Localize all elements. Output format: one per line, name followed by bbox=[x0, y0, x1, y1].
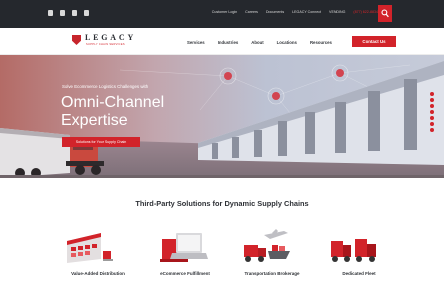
slide-navigation bbox=[429, 92, 436, 134]
nav-item-resources[interactable]: Resources bbox=[310, 40, 332, 45]
linkedin-icon[interactable] bbox=[72, 10, 77, 16]
shield-logo-icon bbox=[72, 35, 81, 45]
customer-login-link[interactable]: Customer Login bbox=[212, 10, 237, 14]
nav-item-industries[interactable]: Industries bbox=[218, 40, 239, 45]
solutions-cta-button[interactable]: Solutions for Your Supply Chain bbox=[62, 137, 140, 147]
slide-dot[interactable] bbox=[430, 104, 434, 108]
social-links bbox=[48, 10, 89, 16]
slide-dot[interactable] bbox=[430, 128, 434, 132]
service-label: Dedicated Fleet bbox=[342, 271, 376, 276]
contact-us-button[interactable]: Contact Us bbox=[352, 36, 396, 47]
logo-tagline: SUPPLY CHAIN SERVICES bbox=[86, 43, 125, 46]
services-section: Third-Party Solutions for Dynamic Supply… bbox=[0, 178, 444, 284]
slide-dot[interactable] bbox=[430, 122, 434, 126]
hero-eyebrow: Solve Ecommerce Logistics Challenges wit… bbox=[62, 84, 149, 89]
service-label: Transportation Brokerage bbox=[244, 271, 300, 276]
search-icon bbox=[381, 9, 389, 18]
hero-banner: Solve Ecommerce Logistics Challenges wit… bbox=[0, 55, 444, 178]
slide-dot[interactable] bbox=[430, 92, 434, 96]
slide-dot[interactable] bbox=[430, 98, 434, 102]
laptop-box-icon bbox=[160, 233, 208, 262]
careers-link[interactable]: Careers bbox=[245, 10, 258, 14]
search-button[interactable] bbox=[378, 5, 392, 22]
youtube-icon[interactable] bbox=[84, 10, 89, 16]
hero-title-line-2: Expertise bbox=[61, 112, 128, 129]
truck-plane-ship-icon bbox=[244, 229, 290, 262]
trucks-icon bbox=[331, 239, 376, 262]
logo[interactable]: LEGACY SUPPLY CHAIN SERVICES bbox=[72, 33, 146, 49]
service-label: eCommerce Fulfillment bbox=[160, 271, 210, 276]
services-heading: Third-Party Solutions for Dynamic Supply… bbox=[135, 199, 309, 208]
logo-name: LEGACY bbox=[85, 33, 137, 42]
documents-link[interactable]: Documents bbox=[266, 10, 284, 14]
page: Customer Login Careers Documents LEGACY … bbox=[0, 0, 444, 284]
service-label: Value-Added Distribution bbox=[71, 271, 125, 276]
slide-dot[interactable] bbox=[430, 116, 434, 120]
nav-item-services[interactable]: Services bbox=[187, 40, 205, 45]
warehouse-icon bbox=[67, 233, 113, 263]
twitter-icon[interactable] bbox=[48, 10, 53, 16]
facebook-icon[interactable] bbox=[60, 10, 65, 16]
primary-menu: Services Industries About Locations Reso… bbox=[187, 40, 332, 45]
slide-dot[interactable] bbox=[430, 110, 434, 114]
nav-item-about[interactable]: About bbox=[251, 40, 263, 45]
nav-item-locations[interactable]: Locations bbox=[277, 40, 297, 45]
hero-title-line-1: Omni-Channel bbox=[61, 94, 165, 111]
top-utility-bar: Customer Login Careers Documents LEGACY … bbox=[0, 0, 444, 28]
hero-title: Omni-Channel Expertise bbox=[61, 94, 164, 130]
main-navbar: LEGACY SUPPLY CHAIN SERVICES Services In… bbox=[0, 28, 444, 55]
legacy-connect-link[interactable]: LEGACY Connect bbox=[292, 10, 321, 14]
vending-link[interactable]: VENDING bbox=[329, 10, 345, 14]
utility-links: Customer Login Careers Documents LEGACY … bbox=[212, 10, 378, 14]
phone-link[interactable]: (877) 622-8834 bbox=[353, 10, 378, 14]
